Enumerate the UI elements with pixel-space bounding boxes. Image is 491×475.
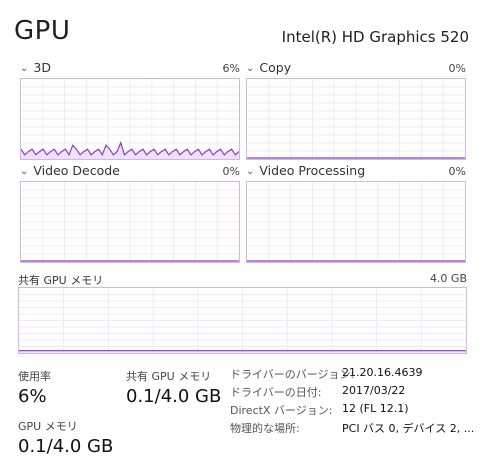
engine-selector-copy[interactable]: ⌄ Copy bbox=[246, 60, 291, 75]
graph-grid bbox=[21, 182, 239, 262]
chevron-down-icon: ⌄ bbox=[20, 166, 29, 177]
graph-grid bbox=[21, 79, 239, 159]
gpu-memory-label: GPU メモリ bbox=[18, 420, 78, 433]
engine-label: Video Processing bbox=[259, 163, 366, 178]
shared-memory-graph-label: 共有 GPU メモリ bbox=[18, 274, 104, 287]
gpu-memory-value: 0.1/4.0 GB bbox=[18, 436, 114, 457]
driver-date-label: ドライバーの日付: bbox=[230, 386, 322, 399]
graph-grid bbox=[247, 79, 465, 159]
graph-video-processing bbox=[246, 181, 466, 263]
shared-memory-max: 4.0 GB bbox=[429, 272, 467, 285]
page-title: GPU bbox=[14, 16, 71, 46]
graph-grid bbox=[247, 182, 465, 262]
chevron-down-icon: ⌄ bbox=[20, 63, 29, 74]
engine-percent: 0% bbox=[448, 165, 466, 178]
shared-memory-value: 0.1/4.0 GB bbox=[126, 386, 222, 407]
engine-percent: 0% bbox=[222, 165, 240, 178]
engine-selector-video-decode[interactable]: ⌄ Video Decode bbox=[20, 163, 120, 178]
engine-label: Copy bbox=[259, 60, 292, 75]
engine-selector-3d[interactable]: ⌄ 3D bbox=[20, 60, 51, 75]
graph-shared-memory bbox=[18, 287, 467, 354]
directx-version-value: 12 (FL 12.1) bbox=[342, 402, 409, 415]
chevron-down-icon: ⌄ bbox=[246, 166, 255, 177]
physical-location-label: 物理的な場所: bbox=[230, 422, 300, 435]
driver-version-label: ドライバーのバージョン: bbox=[230, 368, 355, 381]
driver-version-value: 21.20.16.4639 bbox=[342, 366, 423, 379]
physical-location-value: PCI バス 0, デバイス 2, ... bbox=[342, 422, 475, 435]
engine-selector-video-processing[interactable]: ⌄ Video Processing bbox=[246, 163, 365, 178]
graph-video-decode bbox=[20, 181, 240, 263]
usage-value: 6% bbox=[18, 386, 47, 407]
engine-percent: 6% bbox=[222, 62, 240, 75]
engine-percent: 0% bbox=[448, 62, 466, 75]
graph-3d bbox=[20, 78, 240, 160]
driver-date-value: 2017/03/22 bbox=[342, 384, 406, 397]
engine-label: 3D bbox=[33, 60, 51, 75]
shared-memory-label: 共有 GPU メモリ bbox=[126, 370, 212, 383]
gpu-name: Intel(R) HD Graphics 520 bbox=[281, 28, 469, 46]
graph-grid bbox=[19, 288, 466, 353]
usage-label: 使用率 bbox=[18, 370, 51, 383]
chevron-down-icon: ⌄ bbox=[246, 63, 255, 74]
directx-version-label: DirectX バージョン: bbox=[230, 404, 333, 417]
graph-copy bbox=[246, 78, 466, 160]
engine-label: Video Decode bbox=[33, 163, 120, 178]
